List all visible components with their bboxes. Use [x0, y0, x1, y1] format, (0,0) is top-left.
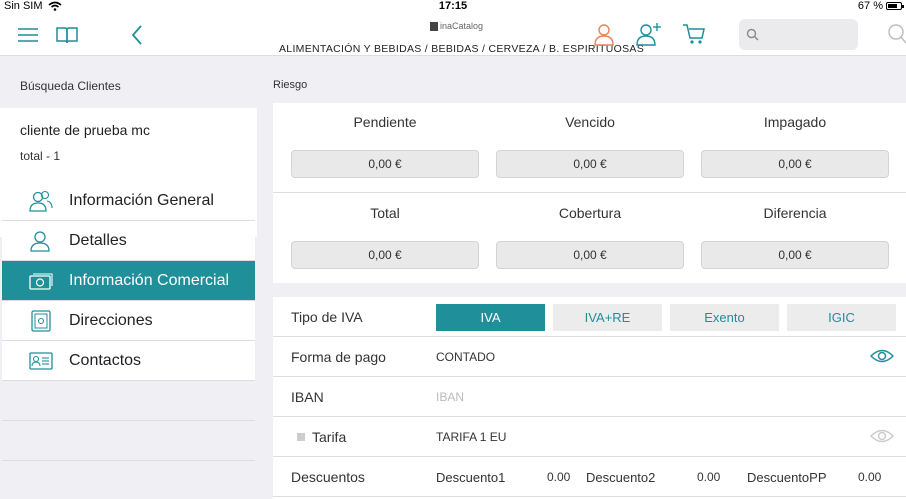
risk-label: Vencido: [565, 114, 615, 130]
search-field-icon: [746, 28, 759, 41]
tipo-iva-label: Tipo de IVA: [291, 309, 363, 325]
sidebar-empty-row: [2, 421, 255, 461]
form-row-tarifa[interactable]: Tarifa TARIFA 1 EU: [273, 417, 906, 457]
back-chevron-icon[interactable]: [130, 24, 144, 46]
search-input[interactable]: [739, 19, 858, 50]
sidebar-item-contactos[interactable]: Contactos: [2, 341, 255, 381]
iban-input[interactable]: IBAN: [436, 390, 464, 404]
status-bar: Sin SIM 17:15 67 %: [0, 0, 906, 14]
contact-card-icon: [29, 352, 53, 370]
risk-cobertura: Cobertura 0,00 €: [496, 205, 684, 269]
sidebar-item-label: Información Comercial: [69, 272, 230, 289]
form-row-tipo-iva: Tipo de IVA IVA IVA+RE Exento IGIC: [273, 297, 906, 337]
risk-section-title: Riesgo: [273, 79, 308, 91]
risk-label: Impagado: [763, 114, 827, 130]
descuento1-input[interactable]: 0.00: [547, 470, 570, 484]
eye-icon[interactable]: [870, 427, 894, 445]
tarifa-value[interactable]: TARIFA 1 EU: [436, 430, 506, 444]
descuento2-input[interactable]: 0.00: [697, 470, 720, 484]
risk-diferencia: Diferencia 0,00 €: [701, 205, 889, 269]
descuento1-label: Descuento1: [436, 470, 506, 485]
form-row-descuentos: Descuentos Descuento1 0.00 Descuento2 0.…: [273, 457, 906, 497]
book-icon[interactable]: [55, 26, 79, 44]
risk-value-field: 0,00 €: [291, 241, 479, 269]
iva-option-iva-re[interactable]: IVA+RE: [553, 304, 662, 331]
top-toolbar: inaCatalog ALIMENTACIÓN Y BEBIDAS / BEBI…: [0, 14, 906, 56]
risk-value-field: 0,00 €: [496, 241, 684, 269]
safe-icon: [31, 310, 51, 332]
commercial-form: Tipo de IVA IVA IVA+RE Exento IGIC Forma…: [273, 297, 906, 499]
client-total: total - 1: [20, 149, 61, 163]
form-row-iban: IBAN IBAN: [273, 377, 906, 417]
risk-label: Diferencia: [763, 205, 827, 221]
risk-total: Total 0,00 €: [291, 205, 479, 269]
sidebar-item-direcciones[interactable]: Direcciones: [2, 301, 255, 341]
risk-value-field: 0,00 €: [701, 241, 889, 269]
main-content: Riesgo Pendiente 0,00 € Vencido 0,00 € I…: [273, 57, 906, 499]
iva-option-iva[interactable]: IVA: [436, 304, 545, 331]
brand-logo: inaCatalog: [430, 21, 483, 31]
battery-icon: [886, 2, 904, 10]
sidebar-item-informacion-general[interactable]: Información General: [2, 181, 255, 221]
sidebar-item-detalles[interactable]: Detalles: [2, 221, 255, 261]
forma-pago-label: Forma de pago: [291, 349, 386, 365]
brand-mark-icon: [430, 21, 438, 31]
descuentopp-input[interactable]: 0.00: [858, 470, 881, 484]
risk-label: Pendiente: [353, 114, 417, 130]
risk-label: Cobertura: [558, 205, 622, 221]
sidebar-item-label: Detalles: [69, 232, 127, 249]
risk-impagado: Impagado 0,00 €: [701, 114, 889, 178]
clock: 17:15: [438, 0, 468, 12]
breadcrumb: ALIMENTACIÓN Y BEBIDAS / BEBIDAS / CERVE…: [279, 43, 644, 55]
sidebar-empty-row: [2, 381, 255, 421]
iva-option-igic[interactable]: IGIC: [787, 304, 896, 331]
menu-icon[interactable]: [17, 27, 39, 43]
person-icon: [30, 231, 50, 252]
money-icon: [29, 273, 53, 290]
form-row-forma-pago[interactable]: Forma de pago CONTADO: [273, 337, 906, 377]
risk-panel: Pendiente 0,00 € Vencido 0,00 € Impagado…: [273, 103, 906, 283]
sidebar-menu: Información General Detalles Información…: [2, 181, 255, 461]
risk-divider: [273, 192, 906, 193]
eye-icon[interactable]: [870, 347, 894, 365]
risk-value-field: 0,00 €: [291, 150, 479, 178]
search-icon[interactable]: [886, 23, 906, 45]
descuentos-label: Descuentos: [291, 469, 365, 485]
battery-percent: 67 %: [857, 0, 883, 12]
users-icon: [29, 190, 53, 212]
risk-vencido: Vencido 0,00 €: [496, 114, 684, 178]
battery-indicator: 67 %: [857, 0, 904, 12]
tarifa-checkbox[interactable]: [297, 433, 305, 441]
sidebar: Búsqueda Clientes cliente de prueba mc t…: [0, 57, 257, 499]
cart-icon[interactable]: [682, 23, 706, 45]
sidebar-item-label: Contactos: [69, 352, 142, 369]
iban-label: IBAN: [291, 389, 324, 405]
iva-option-exento[interactable]: Exento: [670, 304, 779, 331]
sidebar-item-informacion-comercial[interactable]: Información Comercial: [2, 261, 255, 301]
brand-name: inaCatalog: [440, 21, 484, 31]
risk-value-field: 0,00 €: [701, 150, 889, 178]
descuento2-label: Descuento2: [586, 470, 656, 485]
sidebar-header: Búsqueda Clientes: [20, 79, 121, 93]
sidebar-item-label: Direcciones: [69, 312, 153, 329]
add-user-icon[interactable]: [636, 22, 662, 46]
user-icon[interactable]: [592, 22, 616, 46]
forma-pago-value[interactable]: CONTADO: [436, 350, 495, 364]
risk-value-field: 0,00 €: [496, 150, 684, 178]
descuentopp-label: DescuentoPP: [747, 470, 827, 485]
risk-pendiente: Pendiente 0,00 €: [291, 114, 479, 178]
sidebar-item-label: Información General: [69, 192, 214, 209]
risk-label: Total: [370, 205, 400, 221]
client-name: cliente de prueba mc: [20, 122, 150, 138]
tarifa-label: Tarifa: [312, 429, 347, 445]
